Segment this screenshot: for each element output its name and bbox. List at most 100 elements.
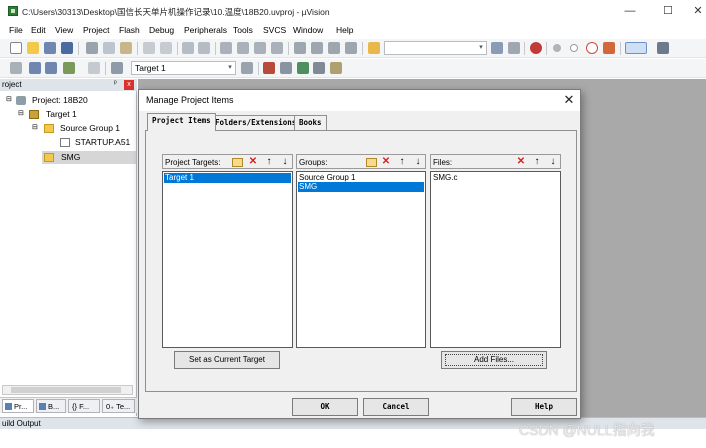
move-up-icon[interactable]: ↑ [396,156,408,168]
tree-item-startup-file[interactable]: STARTUP.A51 [60,136,134,149]
kill-breakpoints-icon[interactable] [586,42,598,54]
breakpoint-icon[interactable] [553,44,561,52]
add-files-button[interactable]: Add Files... [441,351,547,369]
find-combo[interactable]: ▾ [384,41,487,55]
run-time-environment-icon[interactable] [330,62,342,74]
delete-icon[interactable]: ✕ [380,156,392,168]
panel-close-button[interactable]: x [124,80,134,90]
rebuild-icon[interactable] [45,62,57,74]
collapse-icon[interactable]: ⊟ [18,109,24,117]
tab-books[interactable]: B... [36,399,66,413]
menu-peripherals[interactable]: Peripherals [184,25,227,35]
dialog-close-button[interactable]: ✕ [561,92,577,108]
copy-icon[interactable] [103,42,115,54]
previous-bookmark-icon[interactable] [237,42,249,54]
list-item[interactable]: SMG.c [432,173,457,183]
navigate-back-icon[interactable] [182,42,194,54]
cut-icon[interactable] [86,42,98,54]
window-close-button[interactable]: ✕ [685,3,706,19]
collapse-icon[interactable]: ⊟ [6,95,12,103]
list-item[interactable]: SMG [298,182,424,192]
ok-button[interactable]: OK [292,398,358,416]
tab-templates[interactable]: 0₊ Te... [102,399,135,413]
file-extensions-icon[interactable] [263,62,275,74]
menu-help[interactable]: Help [336,25,353,35]
uncomment-icon[interactable] [345,42,357,54]
find-in-files-icon[interactable] [368,42,380,54]
pin-icon[interactable]: ᵖ [114,80,117,87]
bookmark-icon[interactable] [220,42,232,54]
undo-icon[interactable] [143,42,155,54]
minimize-button[interactable]: — [617,3,643,19]
set-current-target-button[interactable]: Set as Current Target [174,351,280,369]
paste-icon[interactable] [120,42,132,54]
save-icon[interactable] [44,42,56,54]
disable-breakpoint-icon[interactable] [570,44,578,52]
cancel-button[interactable]: Cancel [363,398,429,416]
navigate-forward-icon[interactable] [198,42,210,54]
next-bookmark-icon[interactable] [254,42,266,54]
new-target-icon[interactable] [231,156,243,168]
scrollbar-thumb[interactable] [11,387,121,393]
tree-item-source-group[interactable]: ⊟ Source Group 1 [32,122,134,135]
tab-folders-extensions[interactable]: Folders/Extensions [210,115,302,130]
batch-build-icon[interactable] [63,62,75,74]
target-options-icon[interactable] [241,62,253,74]
new-file-icon[interactable] [10,42,22,54]
move-down-icon[interactable]: ↓ [547,156,559,168]
save-all-icon[interactable] [61,42,73,54]
delete-icon[interactable]: ✕ [247,156,259,168]
stop-build-icon[interactable] [88,62,100,74]
move-up-icon[interactable]: ↑ [263,156,275,168]
target-select[interactable]: Target 1 ▾ [131,61,236,75]
move-down-icon[interactable]: ↓ [279,156,291,168]
menu-edit[interactable]: Edit [31,25,46,35]
tab-project[interactable]: Pr... [2,399,34,413]
horizontal-scrollbar[interactable] [2,385,133,395]
help-button[interactable]: Help [511,398,577,416]
menu-flash[interactable]: Flash [119,25,140,35]
targets-list[interactable]: Target 1 [162,171,293,348]
move-up-icon[interactable]: ↑ [531,156,543,168]
configure-icon[interactable] [657,42,669,54]
groups-list[interactable]: Source Group 1 SMG [296,171,426,348]
select-packs-icon[interactable] [297,62,309,74]
comment-icon[interactable] [328,42,340,54]
window-layout-icon[interactable] [625,42,647,54]
build-icon[interactable] [29,62,41,74]
list-item[interactable]: Target 1 [164,173,291,183]
indent-icon[interactable] [294,42,306,54]
menu-tools[interactable]: Tools [233,25,253,35]
tab-books[interactable]: Books [294,115,327,130]
tab-functions[interactable]: {} F... [68,399,100,413]
tab-project-items[interactable]: Project Items [147,113,216,131]
new-group-icon[interactable] [365,156,377,168]
menu-debug[interactable]: Debug [149,25,174,35]
tree-item-project[interactable]: ⊟ Project: 18B20 [6,94,134,107]
pack-installer-icon[interactable] [313,62,325,74]
collapse-icon[interactable]: ⊟ [32,123,38,131]
files-list[interactable]: SMG.c [430,171,561,348]
incremental-find-icon[interactable] [508,42,520,54]
delete-icon[interactable]: ✕ [515,156,527,168]
open-folder-icon[interactable] [27,42,39,54]
move-down-icon[interactable]: ↓ [412,156,424,168]
translate-icon[interactable] [10,62,22,74]
menu-file[interactable]: File [9,25,23,35]
tree-item-smg-group[interactable]: SMG [42,151,136,164]
unindent-icon[interactable] [311,42,323,54]
clear-bookmarks-icon[interactable] [271,42,283,54]
download-icon[interactable] [111,62,123,74]
menu-project[interactable]: Project [83,25,109,35]
find-icon[interactable] [491,42,503,54]
tree-item-target[interactable]: ⊟ Target 1 [18,108,134,121]
manage-components-icon[interactable] [280,62,292,74]
tree-item-label: STARTUP.A51 [75,137,131,147]
menu-view[interactable]: View [55,25,73,35]
menu-svcs[interactable]: SVCS [263,25,286,35]
redo-icon[interactable] [160,42,172,54]
maximize-button[interactable]: ☐ [655,3,681,19]
menu-window[interactable]: Window [293,25,323,35]
debug-session-icon[interactable] [530,42,542,54]
clear-breakpoints-icon[interactable] [603,42,615,54]
